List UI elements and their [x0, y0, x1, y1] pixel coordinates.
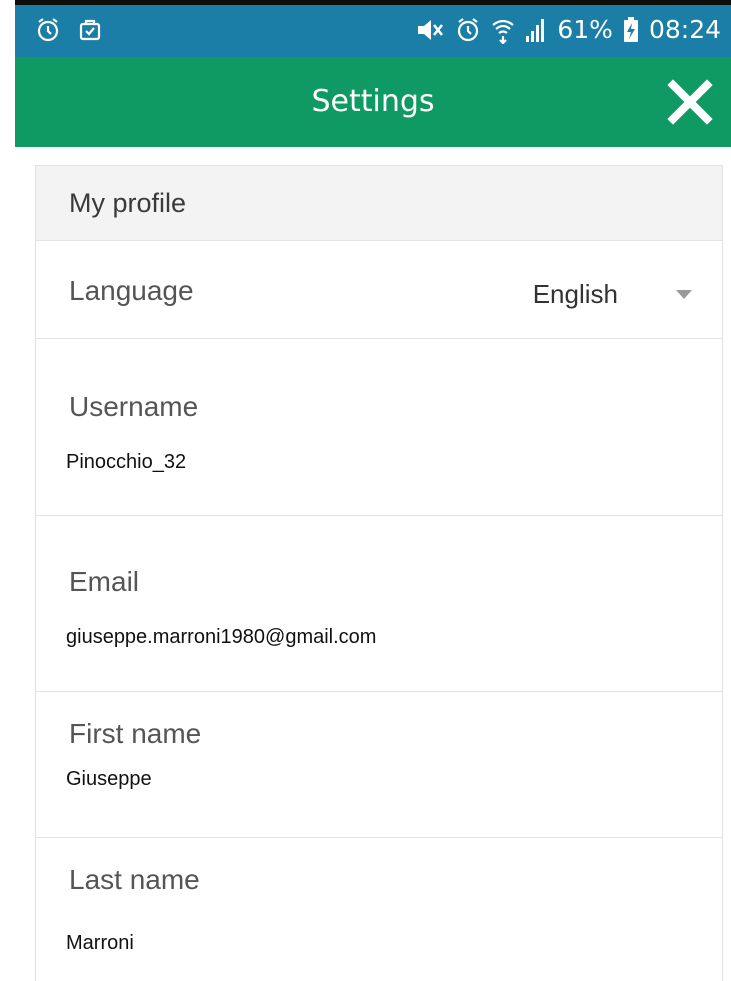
clock: 08:24	[648, 15, 721, 44]
profile-card: My profile Language English Username Pin…	[35, 165, 723, 981]
email-label: Email	[69, 566, 140, 597]
dropdown-arrow-icon[interactable]	[676, 287, 692, 305]
last-name-label: Last name	[69, 864, 200, 895]
alarm-icon	[455, 17, 481, 43]
email-row[interactable]: Email giuseppe.marroni1980@gmail.com	[36, 516, 722, 692]
close-icon	[667, 79, 713, 125]
username-field[interactable]: Pinocchio_32	[66, 451, 186, 474]
page-title: Settings	[311, 84, 435, 119]
first-name-label: First name	[69, 718, 202, 749]
app-bar: Settings	[15, 57, 731, 147]
first-name-field[interactable]: Giuseppe	[66, 768, 152, 791]
language-row[interactable]: Language English	[36, 241, 722, 339]
language-select[interactable]: English	[533, 279, 618, 310]
section-header-my-profile: My profile	[36, 165, 722, 241]
username-row[interactable]: Username Pinocchio_32	[36, 339, 722, 516]
last-name-field[interactable]: Marroni	[66, 932, 134, 955]
signal-icon	[525, 17, 547, 43]
language-label: Language	[69, 275, 194, 306]
close-button[interactable]	[665, 77, 715, 127]
first-name-row[interactable]: First name Giuseppe	[36, 692, 722, 838]
status-bar: 61% 08:24	[15, 0, 731, 57]
alarm-icon	[35, 17, 61, 43]
section-title: My profile	[69, 188, 187, 218]
battery-percent: 61%	[557, 15, 613, 44]
mute-icon	[415, 17, 445, 43]
email-field[interactable]: giuseppe.marroni1980@gmail.com	[66, 626, 376, 649]
battery-charging-icon	[623, 17, 639, 43]
clipboard-check-icon	[77, 17, 103, 43]
username-label: Username	[69, 391, 199, 422]
last-name-row[interactable]: Last name Marroni	[36, 838, 722, 981]
wifi-icon	[491, 16, 515, 44]
